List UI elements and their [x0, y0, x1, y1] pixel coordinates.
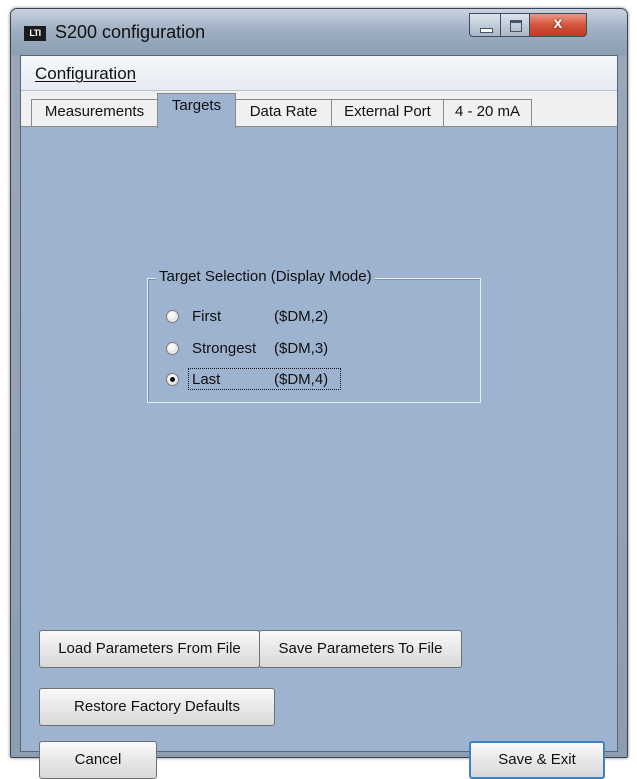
- radio-label: First: [192, 308, 222, 325]
- radio-command: ($DM,3): [274, 340, 329, 357]
- radio-command: ($DM,4): [274, 371, 329, 388]
- tab-targets[interactable]: Targets: [157, 93, 236, 128]
- restore-defaults-button[interactable]: Restore Factory Defaults: [39, 688, 275, 726]
- save-exit-button[interactable]: Save & Exit: [469, 741, 605, 779]
- target-selection-group: Target Selection (Display Mode) First ($…: [147, 268, 481, 403]
- save-parameters-button[interactable]: Save Parameters To File: [259, 630, 462, 668]
- client-area: Configuration Measurements Targets Data …: [20, 55, 618, 779]
- tab-strip: Measurements Targets Data Rate External …: [21, 91, 617, 128]
- app-logo-icon: LTI: [24, 26, 46, 41]
- radio-button-icon[interactable]: [166, 342, 179, 355]
- radio-button-selected-icon[interactable]: [166, 373, 179, 386]
- title-bar[interactable]: LTI S200 configuration x: [11, 9, 627, 55]
- tab-external-port[interactable]: External Port: [331, 99, 444, 126]
- radio-dot-icon: [170, 377, 175, 382]
- radio-command: ($DM,2): [274, 308, 329, 325]
- radio-button-icon[interactable]: [166, 310, 179, 323]
- tab-measurements[interactable]: Measurements: [31, 99, 158, 126]
- menu-configuration[interactable]: Configuration: [35, 64, 136, 84]
- targets-tab-panel: Target Selection (Display Mode) First ($…: [21, 126, 617, 779]
- menu-bar: Configuration: [21, 56, 617, 91]
- tab-data-rate[interactable]: Data Rate: [235, 99, 332, 126]
- app-window: LTI S200 configuration x Configuration M…: [10, 8, 628, 779]
- minimize-button[interactable]: [469, 13, 501, 37]
- window-title: S200 configuration: [55, 22, 206, 42]
- load-parameters-button[interactable]: Load Parameters From File: [39, 630, 260, 668]
- radio-label: Strongest: [192, 340, 257, 357]
- tab-4-20ma[interactable]: 4 - 20 mA: [443, 99, 532, 126]
- maximize-button[interactable]: [500, 13, 530, 37]
- close-button[interactable]: x: [529, 13, 587, 37]
- group-legend: Target Selection (Display Mode): [156, 268, 375, 285]
- radio-label: Last: [192, 371, 221, 388]
- cancel-button[interactable]: Cancel: [39, 741, 157, 779]
- close-icon: x: [553, 15, 563, 32]
